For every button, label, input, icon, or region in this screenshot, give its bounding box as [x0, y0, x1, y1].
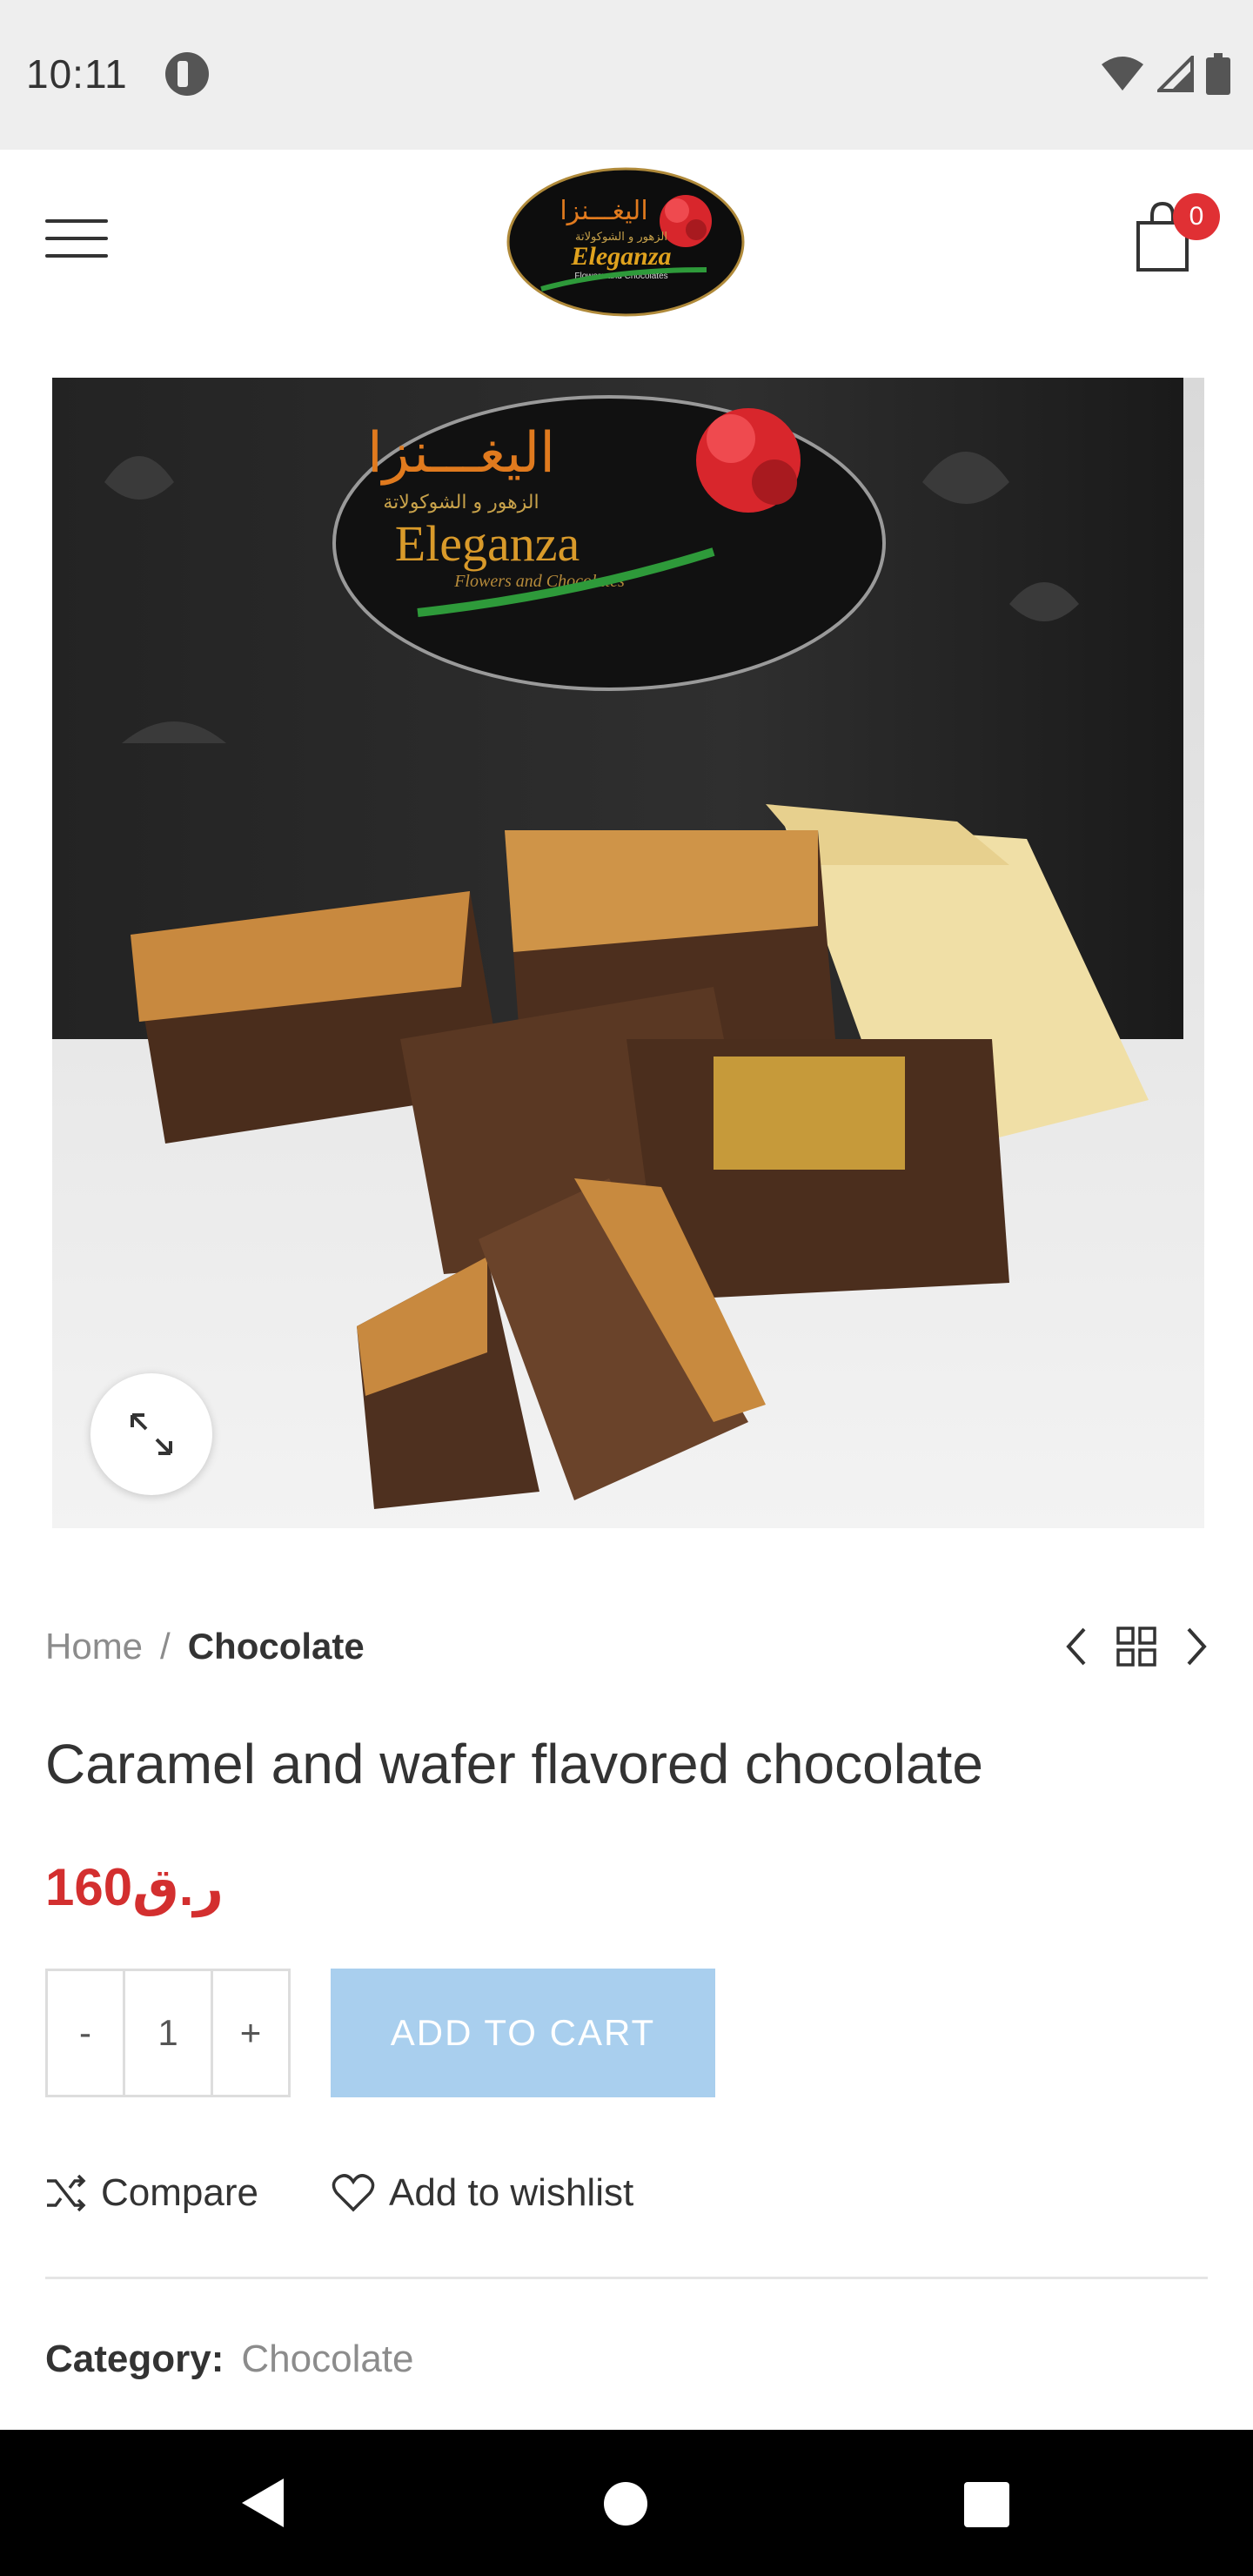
svg-text:اليغـــنزا: اليغـــنزا — [367, 421, 555, 486]
add-to-cart-button[interactable]: ADD TO CART — [331, 1969, 715, 2097]
quantity-stepper: - 1 + — [45, 1969, 291, 2097]
product-category: Category: Chocolate — [45, 2338, 414, 2381]
menu-icon[interactable] — [45, 219, 108, 258]
expand-icon — [131, 1413, 172, 1455]
status-bar: 10:11 — [0, 0, 1253, 150]
next-product-icon[interactable] — [1183, 1626, 1209, 1667]
signal-icon — [1157, 56, 1194, 92]
svg-text:الزهور و الشوكولاتة: الزهور و الشوكولاتة — [383, 492, 539, 513]
product-price: ر.ق160 — [45, 1858, 224, 1916]
site-header: اليغـــنزا الزهور و الشوكولاتة Eleganza … — [0, 150, 1253, 332]
divider — [45, 2277, 1208, 2279]
recents-icon[interactable] — [964, 2482, 1009, 2527]
shuffle-icon — [47, 2174, 86, 2212]
wishlist-label: Add to wishlist — [388, 2171, 634, 2214]
category-link[interactable]: Chocolate — [241, 2338, 413, 2381]
quantity-decrease-button[interactable]: - — [48, 1971, 123, 2095]
breadcrumb: Home / Chocolate — [45, 1620, 365, 1673]
status-time: 10:11 — [26, 51, 128, 97]
svg-text:Eleganza: Eleganza — [395, 515, 580, 572]
site-logo[interactable]: اليغـــنزا الزهور و الشوكولاتة Eleganza … — [506, 167, 745, 317]
product-image[interactable]: اليغـــنزا الزهور و الشوكولاتة Eleganza … — [52, 378, 1204, 1528]
category-label: Category: — [45, 2338, 224, 2380]
battery-icon — [1206, 53, 1230, 95]
compare-label: Compare — [101, 2171, 258, 2214]
expand-image-button[interactable] — [90, 1373, 212, 1495]
product-title: Caramel and wafer flavored chocolate — [45, 1733, 983, 1795]
quantity-increase-button[interactable]: + — [213, 1971, 288, 2095]
system-navigation-bar — [0, 2430, 1253, 2576]
breadcrumb-home-link[interactable]: Home — [45, 1626, 143, 1667]
home-icon[interactable] — [604, 2482, 647, 2526]
svg-text:اليغـــنزا: اليغـــنزا — [559, 196, 647, 226]
notification-app-icon — [165, 52, 209, 96]
product-navigation — [1063, 1620, 1209, 1673]
breadcrumb-separator: / — [160, 1626, 171, 1667]
svg-text:Eleganza: Eleganza — [570, 242, 671, 271]
cart-count-badge: 0 — [1173, 193, 1220, 240]
add-to-wishlist-button[interactable]: Add to wishlist — [332, 2171, 633, 2215]
heart-icon — [332, 2174, 375, 2212]
compare-button[interactable]: Compare — [45, 2171, 258, 2215]
product-actions: Compare Add to wishlist — [45, 2167, 633, 2219]
grid-view-icon[interactable] — [1116, 1626, 1157, 1667]
back-icon[interactable] — [240, 2477, 285, 2529]
breadcrumb-current-link[interactable]: Chocolate — [188, 1626, 365, 1667]
wifi-icon — [1102, 57, 1143, 91]
previous-product-icon[interactable] — [1063, 1626, 1089, 1667]
status-icons — [1100, 52, 1230, 96]
product-photo: اليغـــنزا الزهور و الشوكولاتة Eleganza … — [52, 378, 1204, 1528]
quantity-input[interactable]: 1 — [123, 1971, 213, 2095]
